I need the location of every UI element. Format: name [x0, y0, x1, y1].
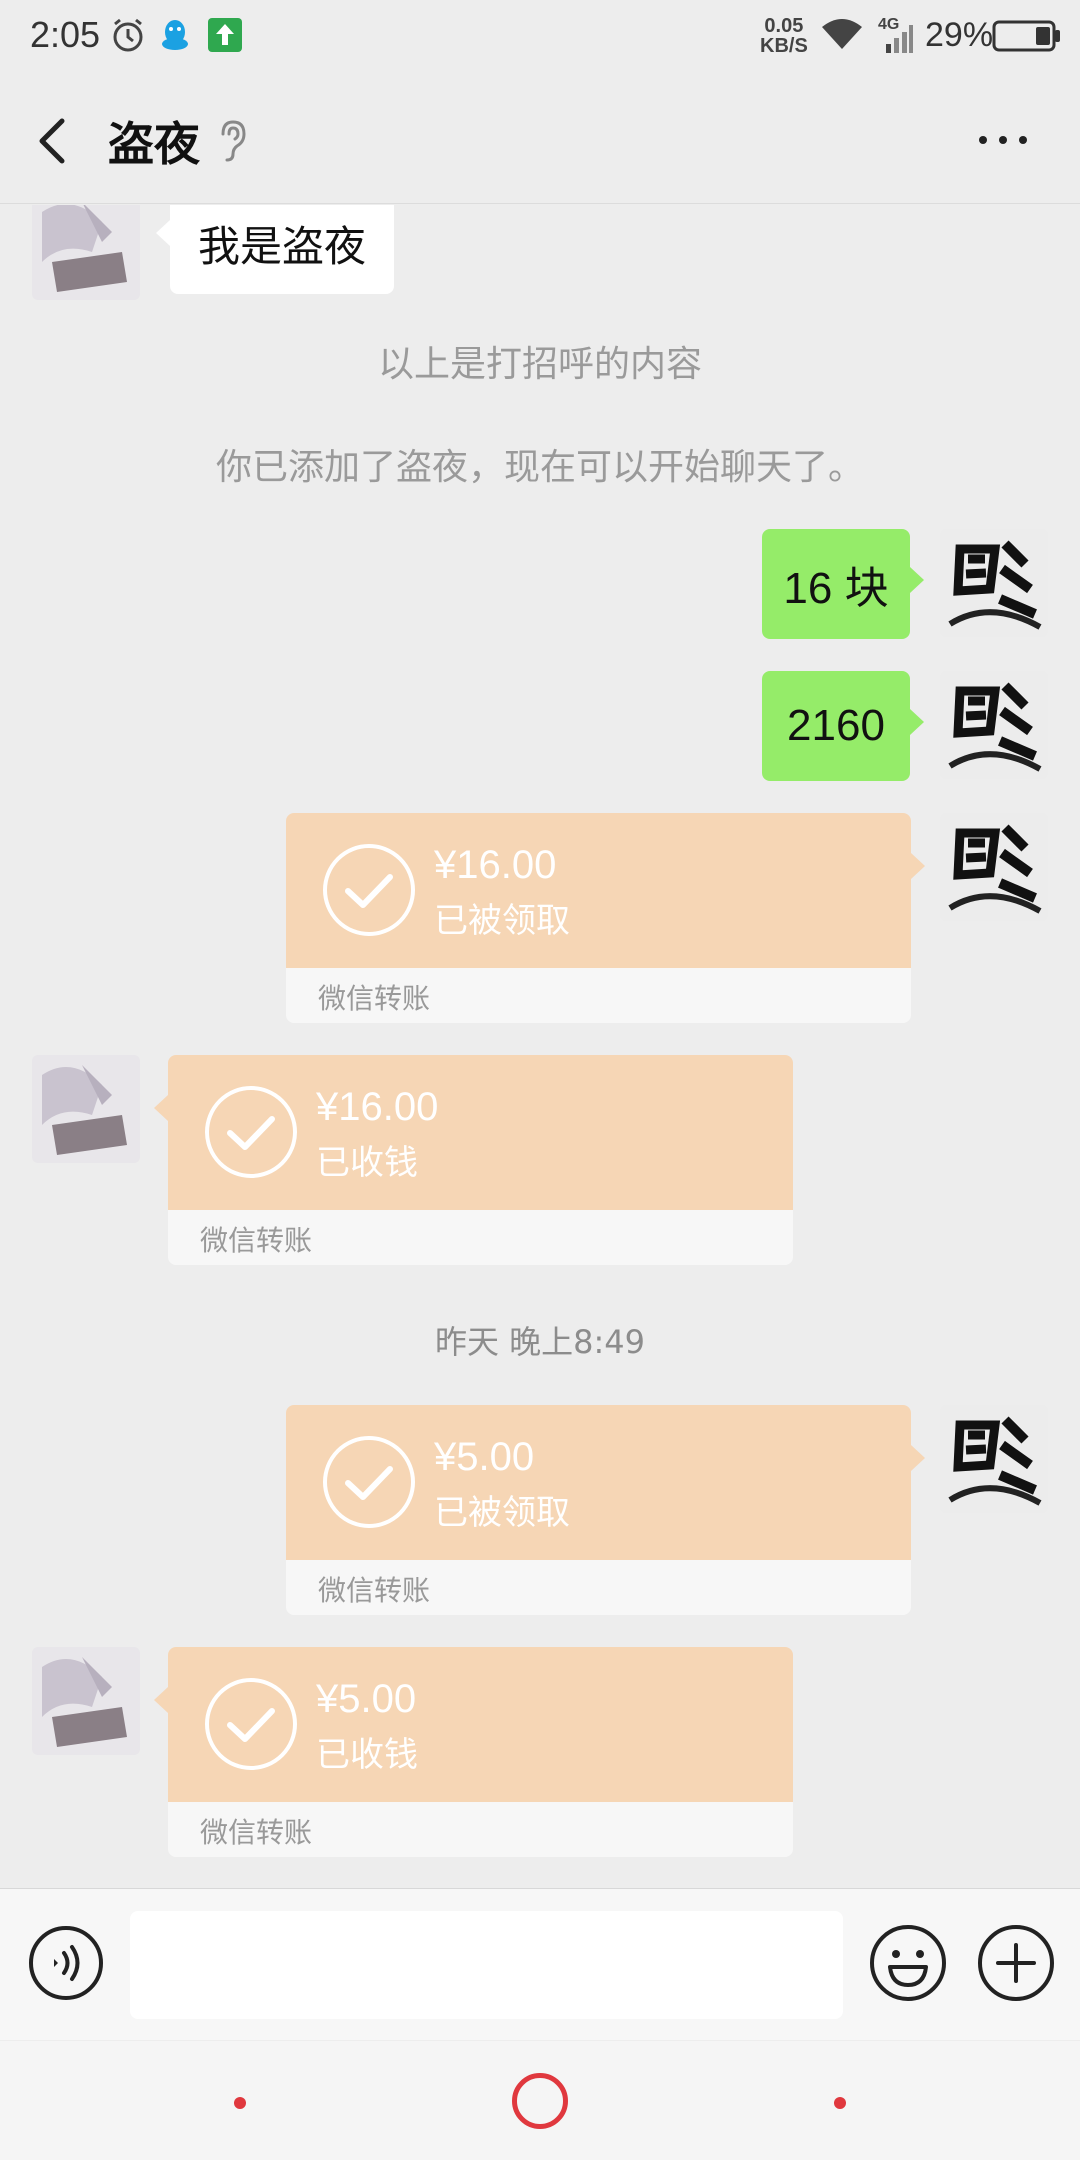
contact-avatar[interactable] [32, 205, 140, 300]
time-divider: 昨天 晚上8:49 [434, 1323, 646, 1361]
transfer-card[interactable]: ¥5.00 已收钱 微信转账 [154, 1647, 793, 1857]
chat-header: 盗夜 [0, 78, 1080, 204]
upload-icon [208, 18, 242, 52]
voice-icon[interactable] [28, 1925, 104, 2001]
chat-area[interactable]: 我是盗夜 以上是打招呼的内容 你已添加了盗夜，现在可以开始聊天了。 16 块 2… [0, 205, 1080, 1887]
transfer-label: 微信转账 [318, 1574, 431, 1607]
my-avatar[interactable] [940, 671, 1048, 779]
my-avatar[interactable] [940, 529, 1048, 637]
sent-message[interactable]: 2160 [762, 671, 924, 781]
network-speed-unit: KB/S [760, 35, 808, 57]
my-avatar[interactable] [940, 813, 1048, 921]
message-input[interactable] [130, 1911, 843, 2019]
plus-icon[interactable] [976, 1923, 1056, 2003]
transfer-amount: ¥16.00 [434, 843, 557, 887]
transfer-card[interactable]: ¥16.00 已被领取 微信转账 [286, 813, 925, 1023]
system-added-note: 你已添加了盗夜，现在可以开始聊天了。 [215, 447, 864, 488]
nav-back-dot[interactable] [234, 2097, 246, 2109]
transfer-status: 已收钱 [316, 1735, 418, 1775]
network-speed: 0.05 KB/S [760, 16, 808, 56]
chevron-left-icon[interactable] [30, 113, 80, 169]
check-circle-icon [205, 1678, 297, 1770]
transfer-card-top: ¥5.00 已被领取 [286, 1405, 925, 1560]
transfer-card-top: ¥16.00 已收钱 [154, 1055, 793, 1210]
signal-icon: 4G [878, 16, 914, 56]
network-speed-value: 0.05 [764, 15, 804, 37]
sent-text-2: 2160 [787, 701, 885, 750]
transfer-card-top: ¥16.00 已被领取 [286, 813, 925, 968]
my-avatar[interactable] [940, 1405, 1048, 1513]
transfer-amount: ¥16.00 [316, 1085, 439, 1129]
transfer-label: 微信转账 [318, 982, 431, 1015]
greeting-text: 我是盗夜 [198, 221, 367, 271]
sent-text-1: 16 块 [783, 564, 889, 613]
transfer-label: 微信转账 [200, 1816, 313, 1849]
contact-avatar[interactable] [32, 1055, 140, 1163]
qq-icon [162, 20, 188, 50]
battery-percent: 29% [925, 16, 994, 54]
contact-avatar[interactable] [32, 1647, 140, 1755]
system-nav-bar [0, 2041, 1080, 2160]
status-time: 2:05 [30, 14, 101, 55]
alarm-icon [113, 18, 143, 52]
battery-icon [992, 20, 1060, 52]
sent-message[interactable]: 16 块 [762, 529, 924, 639]
wifi-icon [822, 19, 862, 49]
emoji-icon[interactable] [868, 1923, 948, 2003]
status-bar: 2:05 0.05 KB/S 4G 29% [0, 0, 1080, 78]
transfer-status: 已被领取 [434, 1493, 570, 1533]
check-circle-icon [323, 844, 415, 936]
transfer-card[interactable]: ¥16.00 已收钱 微信转账 [154, 1055, 793, 1265]
transfer-amount: ¥5.00 [316, 1677, 417, 1721]
transfer-label: 微信转账 [200, 1224, 313, 1257]
input-bar [0, 1888, 1080, 2040]
check-circle-icon [205, 1086, 297, 1178]
system-greeting-note: 以上是打招呼的内容 [377, 344, 702, 385]
transfer-status: 已收钱 [316, 1143, 418, 1183]
check-circle-icon [323, 1436, 415, 1528]
chat-title: 盗夜 [108, 117, 200, 171]
more-icon[interactable] [975, 130, 1031, 150]
nav-home-button[interactable] [512, 2073, 568, 2129]
nav-recents-dot[interactable] [834, 2097, 846, 2109]
transfer-card-top: ¥5.00 已收钱 [154, 1647, 793, 1802]
greeting-message[interactable]: 我是盗夜 [155, 205, 395, 294]
transfer-amount: ¥5.00 [434, 1435, 535, 1479]
transfer-status: 已被领取 [434, 901, 570, 941]
transfer-card[interactable]: ¥5.00 已被领取 微信转账 [286, 1405, 925, 1615]
ear-icon [221, 120, 246, 162]
